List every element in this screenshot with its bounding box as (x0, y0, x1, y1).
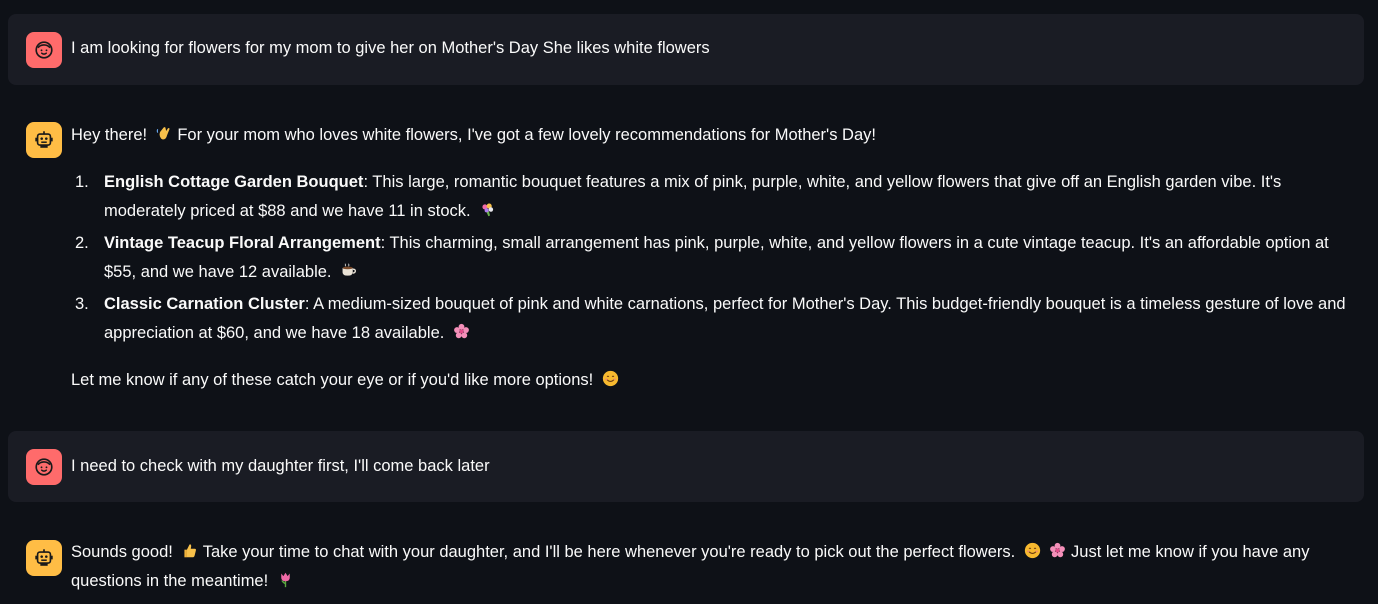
list-item: 2. Vintage Teacup Floral Arrangement: Th… (75, 234, 1329, 281)
message-text: I need to check with my daughter first, … (71, 457, 490, 475)
recommendation-list: 1. English Cottage Garden Bouquet: This … (71, 168, 1362, 348)
chat-message-user: I need to check with my daughter first, … (8, 431, 1364, 502)
smiling-face-emoji (602, 370, 619, 387)
teacup-emoji (340, 262, 357, 279)
list-item: 3. Classic Carnation Cluster: A medium-s… (75, 295, 1346, 342)
robot-icon (26, 122, 62, 158)
item-name: English Cottage Garden Bouquet (104, 173, 364, 191)
user-face-icon (26, 449, 62, 485)
item-name: Vintage Teacup Floral Arrangement (104, 234, 381, 252)
list-item: 1. English Cottage Garden Bouquet: This … (75, 173, 1282, 220)
message-text: Hey there! For your mom who loves white … (71, 121, 1362, 395)
chat-message-assistant: Hey there! For your mom who loves white … (8, 100, 1364, 410)
message-text: I am looking for flowers for my mom to g… (71, 39, 710, 57)
chat-message-assistant: Sounds good! Take your time to chat with… (8, 518, 1364, 604)
waving-hand-emoji (156, 125, 173, 142)
chat-message-user: I am looking for flowers for my mom to g… (8, 14, 1364, 85)
message-text: Sounds good! Take your time to chat with… (71, 542, 1310, 590)
bouquet-emoji (479, 201, 496, 218)
robot-icon (26, 540, 62, 576)
intro-paragraph: Hey there! For your mom who loves white … (71, 125, 876, 144)
cherry-blossom-emoji (1049, 542, 1066, 559)
thumbs-up-emoji (181, 542, 198, 559)
user-face-icon (26, 32, 62, 68)
tulip-emoji (277, 571, 294, 588)
outro-paragraph: Let me know if any of these catch your e… (71, 366, 1362, 395)
smiling-face-emoji (1024, 542, 1041, 559)
cherry-blossom-emoji (453, 323, 470, 340)
item-name: Classic Carnation Cluster (104, 295, 305, 313)
chat-container: I am looking for flowers for my mom to g… (0, 0, 1378, 604)
